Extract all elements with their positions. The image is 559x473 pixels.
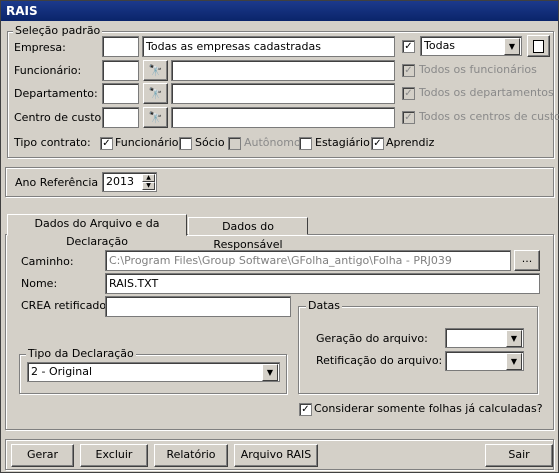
funcionario-option-label: Funcionário [115,136,179,149]
geracao-date-input[interactable]: ▼ [445,328,524,348]
tab-dados-arquivo[interactable]: Dados do Arquivo e da Declaração [7,214,187,248]
excluir-button[interactable]: Excluir [80,444,148,467]
estagiario-option-label: Estagiário [315,136,370,149]
autonomo-option-label: Autônomo [244,136,301,149]
geracao-label: Geração do arquivo: [316,332,428,345]
relatorio-button[interactable]: Relatório [154,444,228,467]
funcionario-code-input[interactable] [102,60,139,81]
document-icon [533,40,544,53]
ano-referencia-label: Ano Referência : [15,176,106,189]
binoculars-icon: 🔭 [148,64,163,77]
retificacao-date-input[interactable]: ▼ [445,351,524,371]
spin-up-icon[interactable]: ▲ [142,174,155,182]
funcionario-name-input[interactable] [171,60,395,81]
chevron-down-icon[interactable]: ▼ [506,330,522,347]
chevron-down-icon[interactable]: ▼ [262,364,278,381]
departamento-name-input[interactable] [171,83,395,104]
empresa-combo[interactable]: Todas ▼ [420,36,522,56]
empresa-label: Empresa: [14,41,66,54]
retificacao-label: Retificação do arquivo: [316,354,443,367]
centro-custo-name-input[interactable] [171,107,395,128]
centro-custo-code-input[interactable] [102,107,139,128]
centro-custo-label: Centro de custo: [14,111,105,124]
selecao-padrao-legend: Seleção padrão [13,24,103,37]
empresa-doc-button[interactable] [527,35,550,57]
spin-down-icon[interactable]: ▼ [142,182,155,190]
empresa-todas-checkbox[interactable]: ✓ [402,40,415,53]
window-title: RAIS [1,1,558,21]
crea-label: CREA retificado: [21,299,110,312]
datas-legend: Datas [306,299,342,312]
todos-funcionarios-checkbox[interactable]: ✓ [402,64,415,77]
departamento-search-button[interactable]: 🔭 [143,83,168,104]
departamento-label: Departamento: [14,87,98,100]
datas-group [298,306,538,394]
considerar-label: Considerar somente folhas já calculadas? [314,402,543,415]
crea-input[interactable] [105,296,291,317]
funcionario-checkbox[interactable]: ✓ [100,137,113,150]
nome-label: Nome: [21,277,58,290]
chevron-down-icon[interactable]: ▼ [506,353,522,370]
tipo-contrato-label: Tipo contrato: [14,136,91,149]
tipo-declaracao-legend: Tipo da Declaração [26,347,136,360]
rais-window: RAIS Seleção padrão Empresa: Todas as em… [0,0,559,473]
gerar-button[interactable]: Gerar [11,444,74,467]
tipo-declaracao-value: 2 - Original [31,365,93,378]
departamento-code-input[interactable] [102,83,139,104]
binoculars-icon: 🔭 [148,111,163,124]
chevron-down-icon[interactable]: ▼ [504,38,520,55]
tab-dados-responsavel[interactable]: Dados do Responsável [188,217,308,251]
centro-custo-search-button[interactable]: 🔭 [143,107,168,128]
empresa-code-input[interactable] [102,36,139,57]
caminho-label: Caminho: [21,255,74,268]
todos-centros-label: Todos os centros de custo [419,110,559,123]
tipo-declaracao-select[interactable]: 2 - Original ▼ [27,362,280,382]
aprendiz-checkbox[interactable]: ✓ [371,137,384,150]
funcionario-label: Funcionário: [14,64,82,77]
todos-departamentos-checkbox[interactable]: ✓ [402,87,415,100]
todos-funcionarios-label: Todos os funcionários [419,63,537,76]
funcionario-search-button[interactable]: 🔭 [143,60,168,81]
ano-spinner[interactable]: ▲ ▼ [142,174,155,190]
considerar-checkbox[interactable]: ✓ [299,403,312,416]
empresa-name-input[interactable]: Todas as empresas cadastradas [142,36,395,57]
todos-centros-checkbox[interactable]: ✓ [402,111,415,124]
aprendiz-option-label: Aprendiz [386,136,435,149]
socio-checkbox[interactable] [179,137,192,150]
caminho-browse-button[interactable]: ... [514,250,540,271]
todos-departamentos-label: Todos os departamentos [419,86,554,99]
nome-input[interactable]: RAIS.TXT [105,273,540,294]
socio-option-label: Sócio [195,136,225,149]
estagiario-checkbox[interactable] [299,137,312,150]
binoculars-icon: 🔭 [148,87,163,100]
autonomo-checkbox [228,137,241,150]
arquivo-rais-button[interactable]: Arquivo RAIS [234,444,318,467]
ano-referencia-value: 2013 [106,175,134,188]
ano-referencia-input[interactable]: 2013 ▲ ▼ [102,172,157,192]
empresa-combo-value: Todas [424,39,456,52]
caminho-input[interactable]: C:\Program Files\Group Software\GFolha_a… [105,250,511,271]
sair-button[interactable]: Sair [485,444,553,467]
